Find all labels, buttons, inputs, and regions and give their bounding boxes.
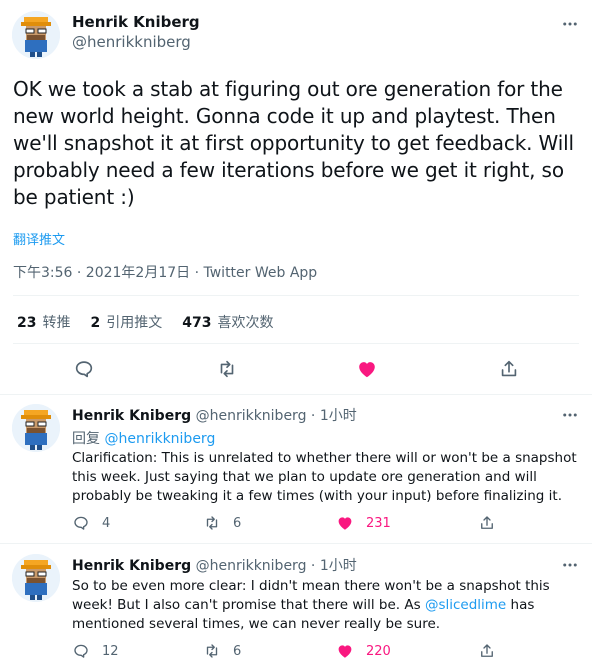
divider [0,543,592,544]
quotes-stat[interactable]: 2 引用推文 [90,312,162,332]
mention-link[interactable]: @slicedlime [425,597,506,613]
pixel-avatar-image [12,404,60,452]
reply-count: 4 [102,515,111,531]
tweet-stats: 23 转推 2 引用推文 473 喜欢次数 [17,312,293,332]
author-name[interactable]: Henrik Kniberg [72,13,200,31]
like-count: 231 [366,515,391,531]
like-button[interactable]: 220 [336,642,391,660]
separator-dot: · [310,408,316,424]
reply-button[interactable]: 4 [72,514,110,532]
avatar[interactable] [12,554,60,602]
reply-icon [74,516,88,530]
author-handle[interactable]: @henrikkniberg [72,33,191,51]
avatar[interactable] [12,11,60,59]
like-count: 220 [366,643,391,659]
reply-text: So to be even more clear: I didn't mean … [72,577,582,634]
tweet-text: OK we took a stab at figuring out ore ge… [13,77,574,209]
avatar[interactable] [12,404,60,452]
reply-time[interactable]: 1小时 [320,558,357,574]
retweet-icon[interactable] [215,357,239,381]
retweet-icon [206,516,218,530]
divider [13,295,579,296]
reply-author-name[interactable]: Henrik Kniberg [72,558,191,574]
likes-label: 喜欢次数 [217,315,274,331]
retweet-count: 6 [233,515,242,531]
retweets-stat[interactable]: 23 转推 [17,312,70,332]
reply-author-handle[interactable]: @henrikkniberg [196,558,307,574]
quotes-label: 引用推文 [106,315,163,331]
share-icon[interactable] [497,357,521,381]
retweet-icon [206,644,218,658]
like-icon-filled [338,645,352,658]
pixel-avatar-image [12,554,60,602]
like-icon-filled [338,517,352,530]
share-button[interactable] [478,514,508,532]
reply-icon[interactable] [72,357,96,381]
more-options-icon[interactable] [560,405,580,425]
share-icon [481,644,493,657]
retweet-button[interactable]: 6 [203,642,241,660]
share-icon [481,516,493,529]
like-icon-filled[interactable] [355,357,379,381]
retweet-count: 6 [233,643,242,659]
translate-tweet-link[interactable]: 翻译推文 [13,229,65,248]
reply-time[interactable]: 1小时 [320,408,357,424]
reply-header: Henrik Kniberg @henrikkniberg · 1小时 [72,405,357,425]
separator-dot: · [310,558,316,574]
like-button[interactable]: 231 [336,514,391,532]
retweets-count: 23 [17,315,37,331]
reply-author-name[interactable]: Henrik Kniberg [72,408,191,424]
likes-count: 473 [182,315,212,331]
reply-header: Henrik Kniberg @henrikkniberg · 1小时 [72,555,357,575]
more-options-icon[interactable] [560,555,580,575]
reply-text: Clarification: This is unrelated to whet… [72,450,577,504]
reply-icon [74,644,88,658]
reply-count: 12 [102,643,119,659]
retweets-label: 转推 [42,315,71,331]
reply-to-mention[interactable]: @henrikkniberg [104,431,215,447]
reply-button[interactable]: 12 [72,642,119,660]
likes-stat[interactable]: 473 喜欢次数 [182,312,273,332]
reply-prefix: 回复 [72,431,100,447]
more-options-icon[interactable] [560,14,580,34]
replying-to: 回复 @henrikkniberg [72,428,215,448]
pixel-avatar-image [12,11,60,59]
quotes-count: 2 [90,315,101,331]
divider [13,343,579,344]
divider [0,394,592,395]
reply-author-handle[interactable]: @henrikkniberg [196,408,307,424]
share-button[interactable] [478,642,508,660]
retweet-button[interactable]: 6 [203,514,241,532]
tweet-timestamp[interactable]: 下午3:56 · 2021年2月17日 · Twitter Web App [13,262,317,282]
